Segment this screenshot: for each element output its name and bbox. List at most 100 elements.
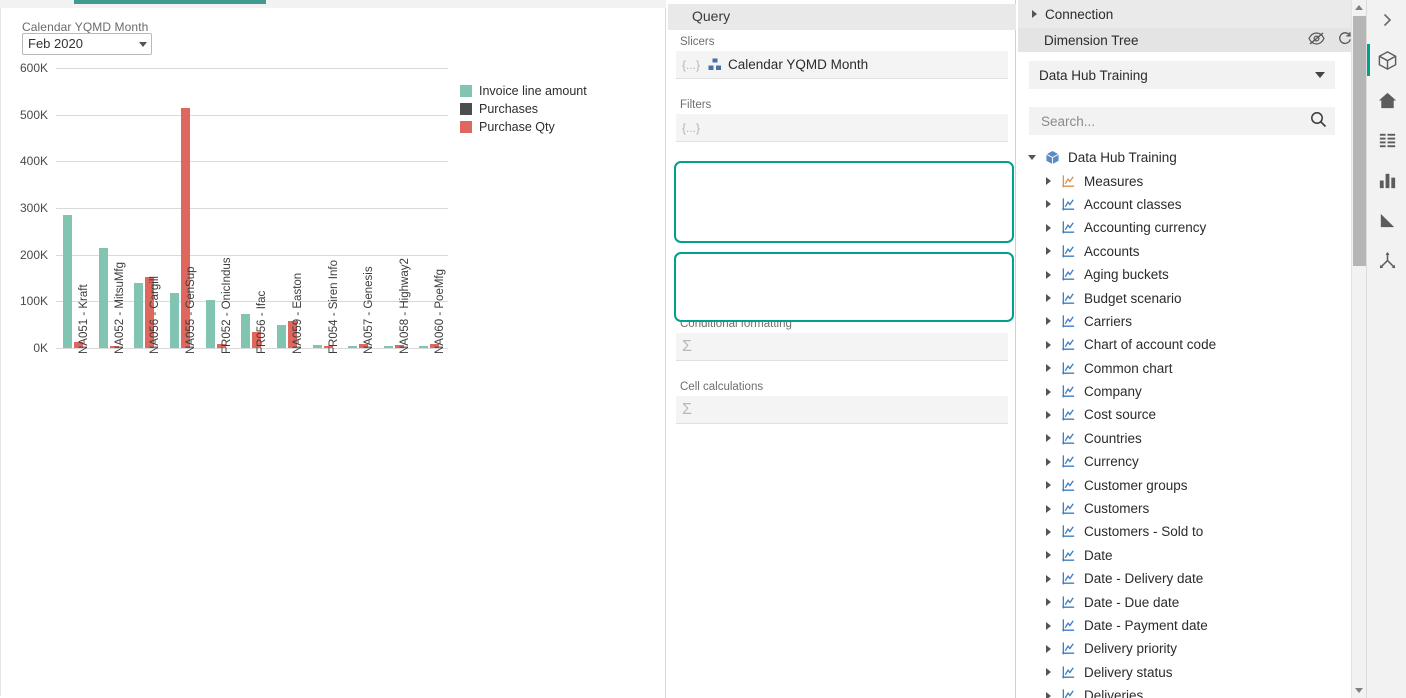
query-chip[interactable]: Vendor [708, 276, 766, 291]
chevron-right-icon[interactable] [1046, 551, 1051, 559]
tree-item-delivery-status[interactable]: Delivery status [1018, 661, 1352, 684]
tree-item-cost-source[interactable]: Cost source [1018, 403, 1352, 426]
query-chip[interactable]: Document Count [857, 181, 977, 197]
search-icon[interactable] [1310, 111, 1327, 131]
tree-item-customers[interactable]: Customers [1018, 497, 1352, 520]
query-section-dropzone[interactable]: {...} [676, 114, 1008, 142]
tree-item-company[interactable]: Company [1018, 380, 1352, 403]
tree-item-account-classes[interactable]: Account classes [1018, 193, 1352, 216]
scroll-up-arrow[interactable] [1355, 5, 1363, 10]
chevron-right-icon[interactable] [1046, 200, 1051, 208]
chevron-right-icon[interactable] [1046, 622, 1051, 630]
chevron-right-icon[interactable] [1367, 0, 1406, 40]
chart-bar[interactable] [170, 293, 179, 348]
bar-chart-icon[interactable] [1367, 160, 1406, 200]
chevron-right-icon[interactable] [1046, 224, 1051, 232]
tree-item-date-delivery-date[interactable]: Date - Delivery date [1018, 567, 1352, 590]
eye-off-icon[interactable] [1308, 32, 1325, 48]
table-icon[interactable] [1367, 120, 1406, 160]
chevron-right-icon[interactable] [1046, 505, 1051, 513]
legend-item[interactable]: Purchases [460, 100, 650, 118]
chevron-right-icon[interactable] [1046, 341, 1051, 349]
refresh-icon[interactable] [1337, 31, 1352, 49]
chevron-right-icon[interactable] [1046, 388, 1051, 396]
gridline [56, 68, 448, 69]
chart-bar[interactable] [134, 283, 143, 348]
chevron-right-icon[interactable] [1046, 692, 1051, 698]
scroll-down-arrow[interactable] [1355, 688, 1363, 693]
tree-item-common-chart[interactable]: Common chart [1018, 357, 1352, 380]
chart-bar[interactable] [63, 215, 72, 348]
x-axis-label: NA060 - PoeMfg [434, 269, 446, 354]
tree-item-date-payment-date[interactable]: Date - Payment date [1018, 614, 1352, 637]
tree-item-currency[interactable]: Currency [1018, 450, 1352, 473]
tree-item-date-due-date[interactable]: Date - Due date [1018, 590, 1352, 613]
tree-item-customers-sold-to[interactable]: Customers - Sold to [1018, 520, 1352, 543]
search-input[interactable] [1039, 113, 1310, 130]
tree-item-accounting-currency[interactable]: Accounting currency [1018, 216, 1352, 239]
chevron-right-icon[interactable] [1046, 481, 1051, 489]
tree-item-chart-of-account-code[interactable]: Chart of account code [1018, 333, 1352, 356]
dimension-icon [1061, 431, 1076, 446]
chart-bar[interactable] [384, 346, 393, 348]
chart-bar[interactable] [206, 300, 215, 348]
tree-item-countries[interactable]: Countries [1018, 427, 1352, 450]
chevron-right-icon[interactable] [1046, 458, 1051, 466]
tree-item-deliveries[interactable]: Deliveries [1018, 684, 1352, 698]
query-chip[interactable]: Invoiced Qty [682, 197, 776, 213]
active-tab-indicator[interactable] [74, 0, 266, 4]
chart-bar[interactable] [99, 248, 108, 348]
tree-item-customer-groups[interactable]: Customer groups [1018, 473, 1352, 496]
chevron-right-icon[interactable] [1046, 598, 1051, 606]
query-section-dropzone[interactable]: Σ [676, 396, 1008, 424]
chevron-right-icon[interactable] [1046, 575, 1051, 583]
query-section-dropzone[interactable]: {...}Invoice line amountDocument CountIn… [676, 177, 1008, 218]
chart-bar[interactable] [313, 345, 322, 348]
query-section-slicers: Slicers{...}Calendar YQMD Month [676, 36, 1008, 79]
chart-bar[interactable] [277, 325, 286, 348]
caret-expanded-icon[interactable] [1028, 155, 1036, 160]
chevron-right-icon[interactable] [1046, 645, 1051, 653]
query-chip[interactable]: Invoice line amount [708, 181, 843, 197]
query-section-dropzone[interactable]: {...}Calendar YQMD Month [676, 51, 1008, 79]
chevron-right-icon[interactable] [1046, 317, 1051, 325]
tree-item-aging-buckets[interactable]: Aging buckets [1018, 263, 1352, 286]
ruler-icon[interactable] [1367, 200, 1406, 240]
dimension-panel-scrollbar[interactable] [1351, 0, 1366, 698]
chevron-right-icon[interactable] [1046, 668, 1051, 676]
query-section-dropzone[interactable]: {...}Vendor [676, 270, 1008, 298]
cube-select[interactable]: Data Hub Training [1029, 61, 1335, 89]
query-chip[interactable]: Calendar YQMD Month [708, 57, 868, 72]
chart-bar[interactable] [241, 314, 250, 348]
y-axis-tick: 600K [20, 61, 48, 75]
query-section-dropzone[interactable]: Σ [676, 333, 1008, 361]
chevron-right-icon[interactable] [1046, 247, 1051, 255]
cube-icon[interactable] [1367, 40, 1406, 80]
chevron-right-icon[interactable] [1046, 271, 1051, 279]
legend-item[interactable]: Purchase Qty [460, 118, 650, 136]
tree-item-date[interactable]: Date [1018, 544, 1352, 567]
tree-item-budget-scenario[interactable]: Budget scenario [1018, 286, 1352, 309]
search-box[interactable] [1029, 107, 1335, 135]
chevron-right-icon[interactable] [1046, 411, 1051, 419]
chevron-right-icon[interactable] [1046, 434, 1051, 442]
tree-item-accounts[interactable]: Accounts [1018, 240, 1352, 263]
legend-item[interactable]: Invoice line amount [460, 82, 650, 100]
tree-item-carriers[interactable]: Carriers [1018, 310, 1352, 333]
home-icon[interactable] [1367, 80, 1406, 120]
connection-bar[interactable]: Connection [1018, 0, 1366, 28]
chart-bar[interactable] [419, 346, 428, 348]
scrollbar-thumb[interactable] [1353, 16, 1366, 266]
legend-swatch [460, 103, 472, 115]
slicer-select[interactable]: Feb 2020 [22, 33, 152, 55]
tree-item-root[interactable]: Data Hub Training [1018, 146, 1352, 169]
chevron-right-icon[interactable] [1046, 528, 1051, 536]
chevron-right-icon[interactable] [1046, 177, 1051, 185]
chevron-right-icon[interactable] [1046, 294, 1051, 302]
chart-bar[interactable] [348, 346, 357, 348]
tree-item-measures[interactable]: Measures [1018, 169, 1352, 192]
x-axis-label: NA051 - Kraft [78, 284, 90, 354]
chevron-right-icon[interactable] [1046, 364, 1051, 372]
tree-item-delivery-priority[interactable]: Delivery priority [1018, 637, 1352, 660]
axes-icon[interactable] [1367, 240, 1406, 280]
